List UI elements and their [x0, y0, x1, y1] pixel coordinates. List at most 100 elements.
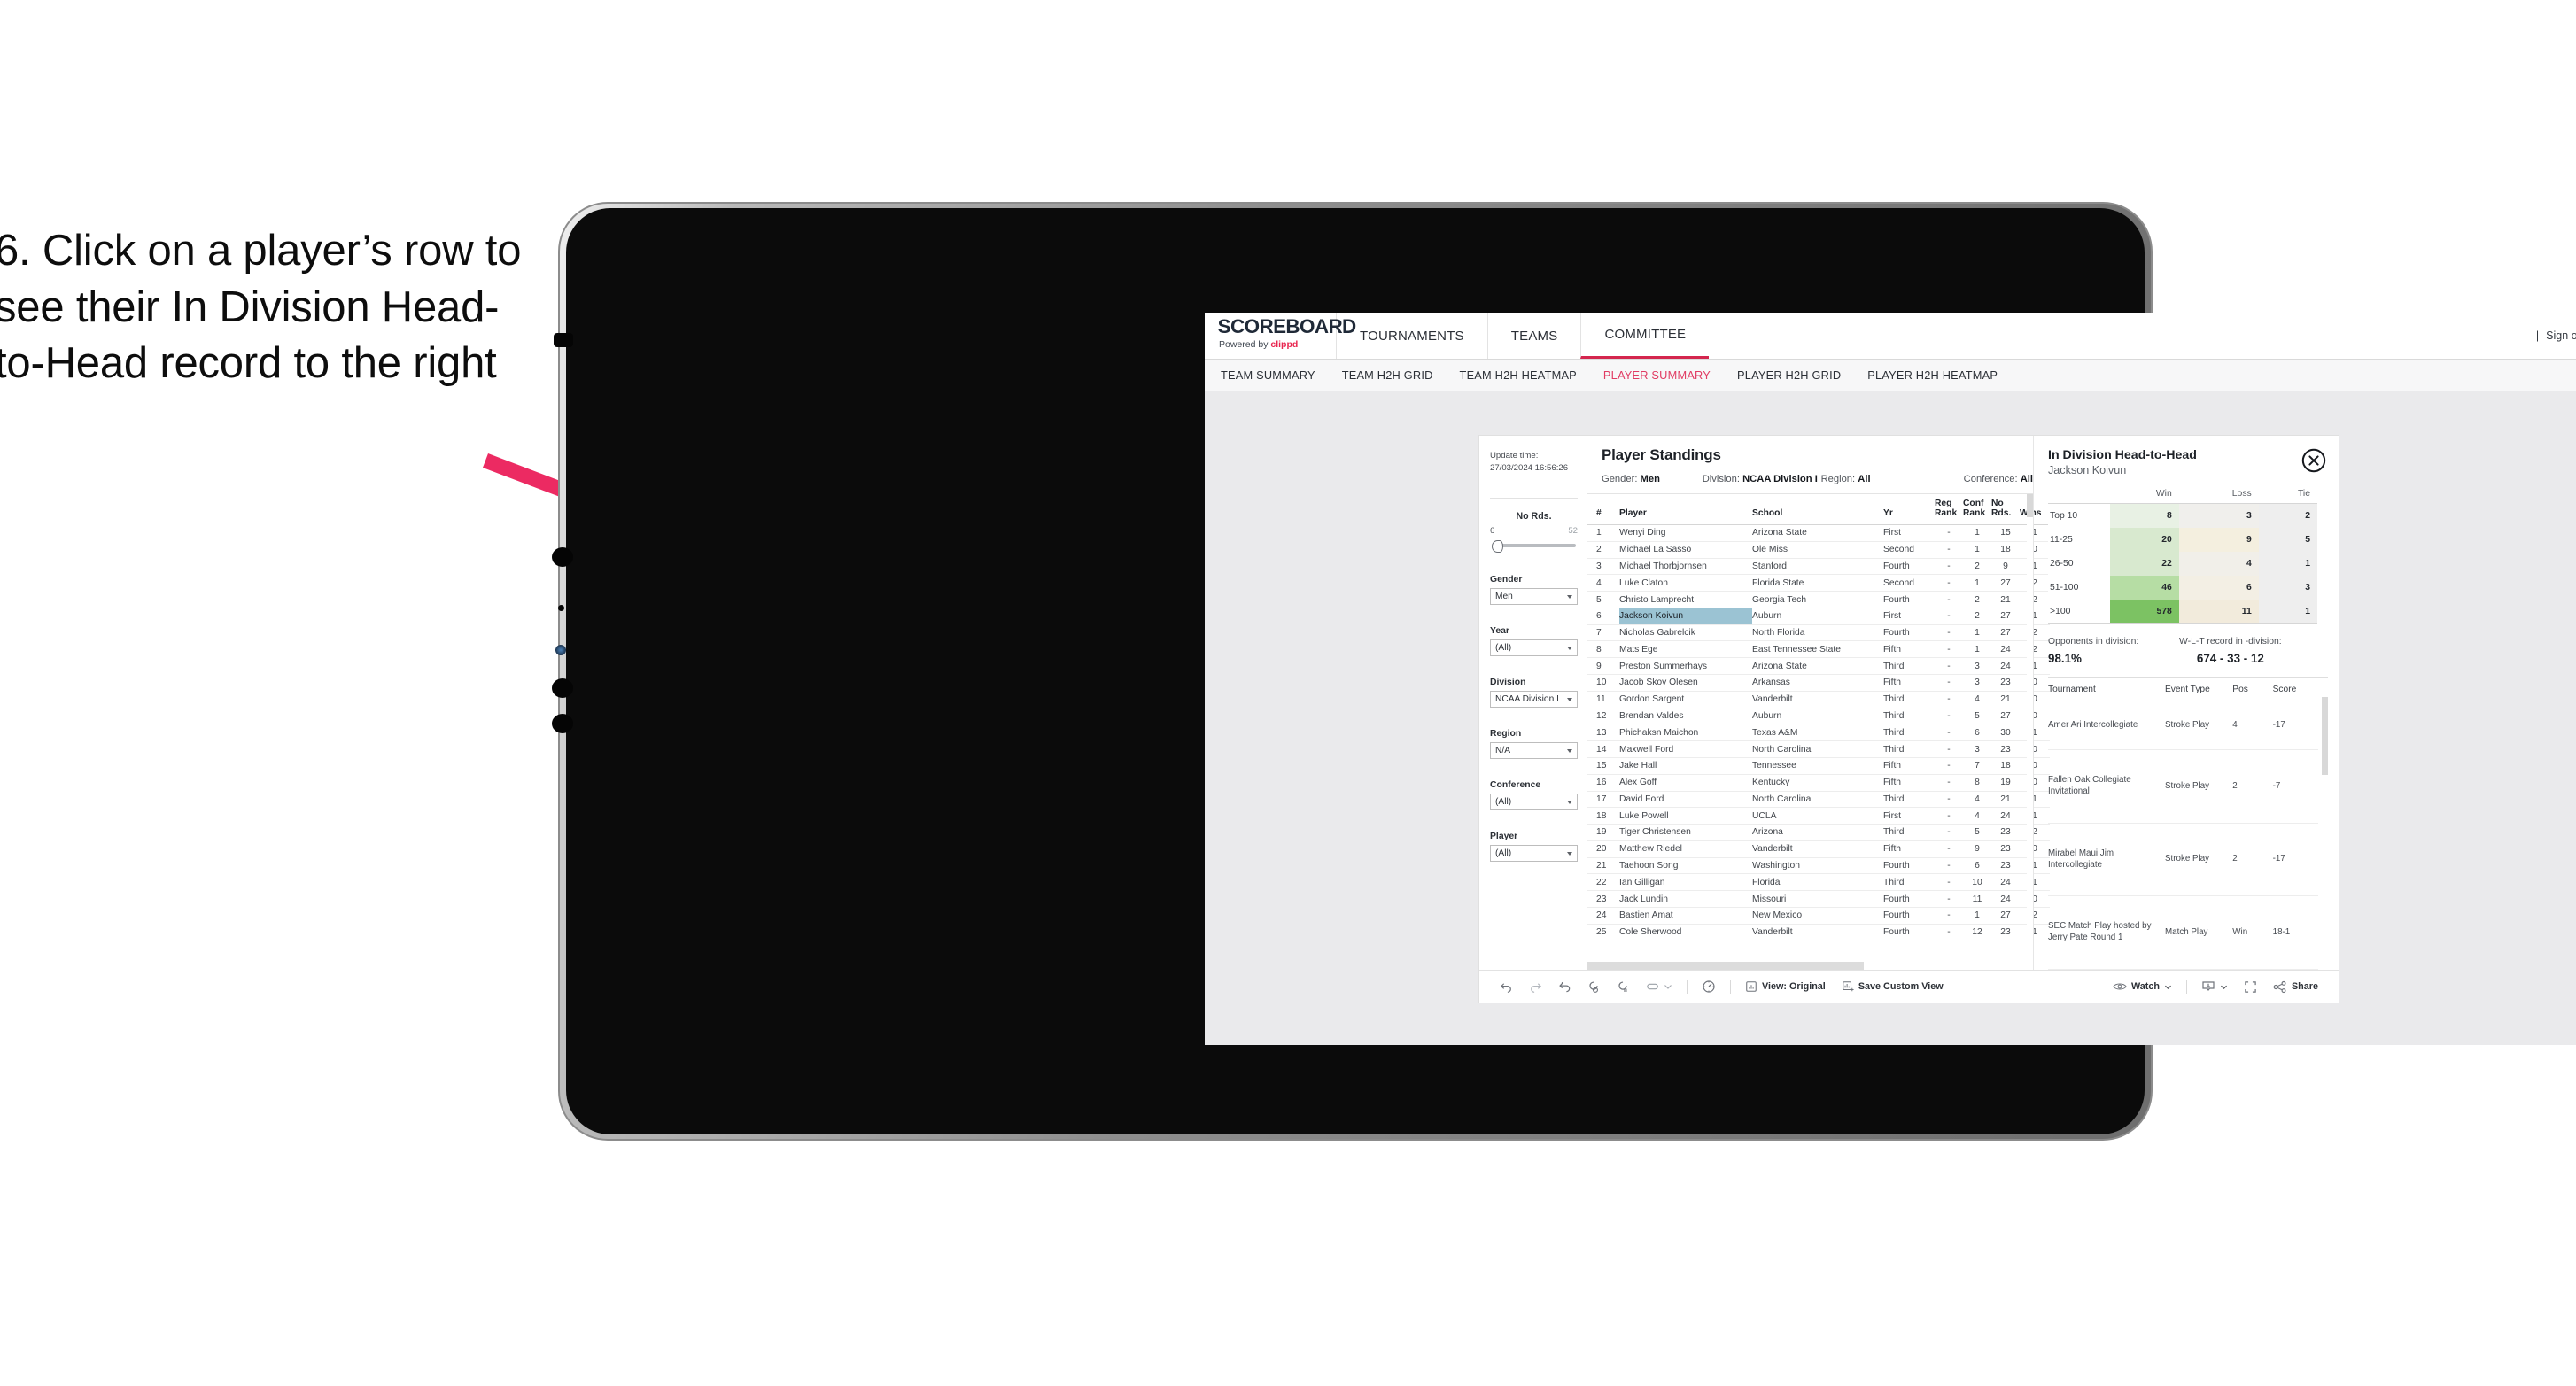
row-school: Texas A&M	[1752, 724, 1883, 742]
horizontal-scrollbar-thumb[interactable]	[1587, 962, 1865, 970]
share-button[interactable]: Share	[2265, 980, 2326, 994]
table-row[interactable]: 21 Taehoon Song Washington Fourth -6 23 1	[1587, 857, 2050, 875]
watch-label: Watch	[2130, 981, 2160, 992]
row-player: Preston Summerhays	[1619, 657, 1752, 676]
nav-tab-teams[interactable]: TEAMS	[1486, 313, 1581, 359]
col-pos[interactable]: Pos	[2232, 678, 2273, 701]
tournament-row[interactable]: Amer Ari Intercollegiate Stroke Play 4 -17	[2048, 701, 2319, 751]
subtab-team-h2h-heatmap[interactable]: TEAM H2H HEATMAP	[1460, 368, 1577, 382]
col-player[interactable]: Player	[1619, 494, 1752, 525]
table-row[interactable]: 10 Jacob Skov Olesen Arkansas Fifth -3 23 0	[1587, 674, 2050, 692]
filter-year-select[interactable]: (All)	[1490, 639, 1578, 656]
table-row[interactable]: 15 Jake Hall Tennessee Fifth -7 18 0	[1587, 757, 2050, 775]
table-row[interactable]: 5 Christo Lamprecht Georgia Tech Fourth -2 21…	[1587, 591, 2050, 608]
tournament-row[interactable]: Mirabel Maui Jim Intercollegiate Stroke P…	[2048, 823, 2319, 897]
table-row[interactable]: 20 Matthew Riedel Vanderbilt Fifth -9 23 0	[1587, 840, 2050, 858]
table-row[interactable]: 1 Wenyi Ding Arizona State First -1 15 1	[1587, 524, 2050, 542]
subtab-team-summary[interactable]: TEAM SUMMARY	[1221, 368, 1315, 382]
app-logo[interactable]: SCOREBOARD Powered by clippd	[1205, 313, 1357, 359]
table-row[interactable]: 9 Preston Summerhays Arizona State Third -3 2…	[1587, 657, 2050, 676]
tournament-score: -7	[2272, 749, 2319, 824]
meta-conference: Conference: All	[1964, 474, 2033, 484]
table-row[interactable]: 3 Michael Thorbjornsen Stanford Fourth -2 9 1	[1587, 558, 2050, 576]
table-row[interactable]: 16 Alex Goff Kentucky Fifth -8 19 0	[1587, 774, 2050, 792]
download-button[interactable]	[2193, 980, 2236, 994]
vertical-scrollbar[interactable]	[2027, 494, 2033, 970]
chevron-down-icon[interactable]	[1662, 983, 1680, 990]
vertical-scrollbar-thumb[interactable]	[2027, 494, 2033, 517]
subtab-team-h2h-grid[interactable]: TEAM H2H GRID	[1342, 368, 1433, 382]
table-row[interactable]: 17 David Ford North Carolina Third -4 21 1	[1587, 791, 2050, 809]
filter-player-select[interactable]: (All)	[1490, 844, 1578, 862]
sign-out-link[interactable]: Sign out	[2546, 329, 2576, 342]
filter-division-select[interactable]: NCAA Division I	[1490, 690, 1578, 708]
col-rank[interactable]: #	[1587, 494, 1619, 525]
table-row[interactable]: 23 Jack Lundin Missouri Fourth -11 24 0	[1587, 890, 2050, 908]
nav-tab-committee[interactable]: COMMITTEE	[1580, 313, 1710, 359]
tablet-volume-down-button[interactable]	[552, 714, 573, 733]
redo-icon[interactable]	[1521, 980, 1550, 994]
view-original-button[interactable]: View: Original	[1737, 980, 1834, 993]
tournament-scrollbar-thumb[interactable]	[2322, 697, 2329, 775]
subtab-player-h2h-grid[interactable]: PLAYER H2H GRID	[1737, 368, 1841, 382]
undo-icon[interactable]	[1492, 980, 1521, 994]
pause-data-icon[interactable]	[1609, 980, 1638, 994]
table-row[interactable]: 8 Mats Ege East Tennessee State Fifth -1 24 2	[1587, 640, 2050, 659]
col-event-type[interactable]: Event Type	[2164, 678, 2233, 701]
table-row[interactable]: 11 Gordon Sargent Vanderbilt Third -4 21 0	[1587, 691, 2050, 708]
speed-icon[interactable]	[1694, 979, 1724, 994]
highlight-icon[interactable]	[1638, 980, 1662, 993]
table-row[interactable]: 12 Brendan Valdes Auburn Third -5 27 0	[1587, 708, 2050, 725]
col-reg-rank[interactable]: Reg Rank	[1935, 494, 1963, 525]
h2h-cell-loss: 4	[2178, 552, 2259, 576]
row-school: East Tennessee State	[1752, 640, 1883, 659]
tournament-scrollbar[interactable]	[2322, 678, 2329, 970]
watch-button[interactable]: Watch	[2105, 981, 2180, 992]
tablet-volume-up-button[interactable]	[552, 678, 573, 698]
row-year: Fourth	[1883, 591, 1935, 608]
tournament-row[interactable]: Fallen Oak Collegiate Invitational Stroke…	[2048, 749, 2319, 824]
table-row[interactable]: 4 Luke Claton Florida State Second -1 27 2	[1587, 574, 2050, 592]
row-rank: 20	[1587, 840, 1619, 858]
row-player: Michael La Sasso	[1619, 541, 1752, 559]
table-row[interactable]: 14 Maxwell Ford North Carolina Third -3 23 0	[1587, 740, 2050, 758]
col-score[interactable]: Score	[2272, 678, 2319, 701]
save-custom-view-button[interactable]: Save Custom View	[1834, 980, 1951, 993]
h2h-cell-loss: 6	[2178, 576, 2259, 600]
table-row[interactable]: 7 Nicholas Gabrelcik North Florida Fourth -1…	[1587, 624, 2050, 642]
col-no-rds[interactable]: No Rds.	[1991, 494, 2020, 525]
slider-handle[interactable]	[1492, 539, 1503, 553]
table-row[interactable]: 13 Phichaksn Maichon Texas A&M Third -6 30 1	[1587, 724, 2050, 742]
filter-conference-select[interactable]: (All)	[1490, 793, 1578, 810]
table-row[interactable]: 24 Bastien Amat New Mexico Fourth -1 27 2	[1587, 907, 2050, 925]
col-year[interactable]: Yr	[1883, 494, 1935, 525]
col-school[interactable]: School	[1752, 494, 1883, 525]
table-row[interactable]: 19 Tiger Christensen Arizona Third -5 23 2	[1587, 824, 2050, 841]
table-row[interactable]: 22 Ian Gilligan Florida Third -10 24 1	[1587, 873, 2050, 892]
update-time: Update time: 27/03/2024 16:56:26	[1490, 450, 1578, 475]
close-circle-icon[interactable]	[2301, 448, 2326, 473]
table-row[interactable]: 2 Michael La Sasso Ole Miss Second -1 18 0	[1587, 541, 2050, 559]
tablet-button-top[interactable]	[552, 547, 573, 567]
refresh-data-icon[interactable]	[1579, 980, 1609, 994]
wlt-value: 674 - 33 - 12	[2196, 652, 2264, 665]
filter-gender-select[interactable]: Men	[1490, 587, 1578, 605]
subtab-player-summary[interactable]: PLAYER SUMMARY	[1603, 368, 1711, 382]
horizontal-scrollbar[interactable]	[1587, 962, 2027, 970]
filter-region-select[interactable]: N/A	[1490, 741, 1578, 759]
rounds-slider[interactable]	[1490, 539, 1578, 553]
col-tournament[interactable]: Tournament	[2048, 678, 2165, 701]
table-row[interactable]: 18 Luke Powell UCLA First -4 24 1	[1587, 807, 2050, 825]
fullscreen-icon[interactable]	[2236, 980, 2265, 994]
revert-icon[interactable]	[1550, 980, 1579, 994]
table-row[interactable]: 6 Jackson Koivun Auburn First -2 27 1	[1587, 608, 2050, 625]
row-no-rds: 21	[1991, 791, 2020, 809]
col-conf-rank[interactable]: Conf Rank	[1963, 494, 1991, 525]
subtab-player-h2h-heatmap[interactable]: PLAYER H2H HEATMAP	[1867, 368, 1998, 382]
nav-tab-tournaments[interactable]: TOURNAMENTS	[1336, 313, 1487, 359]
chevron-down-icon	[1567, 851, 1572, 856]
tournament-row[interactable]: SEC Match Play hosted by Jerry Pate Roun…	[2048, 895, 2319, 970]
meta-division-val: NCAA Division I	[1742, 474, 1818, 484]
table-row[interactable]: 25 Cole Sherwood Vanderbilt Fourth -12 23 1	[1587, 924, 2050, 941]
row-rank: 16	[1587, 774, 1619, 792]
